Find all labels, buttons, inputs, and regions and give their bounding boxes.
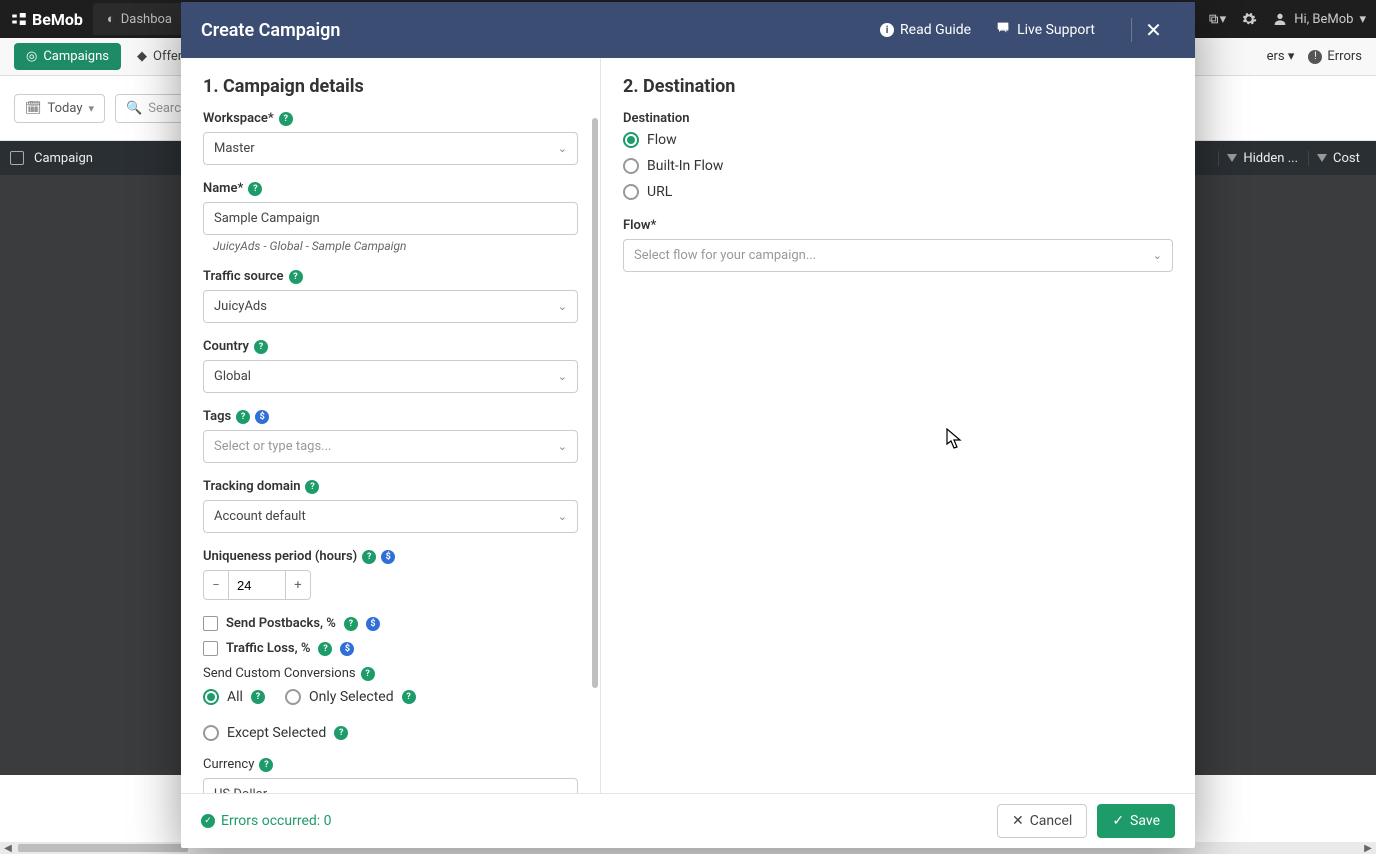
custom-conversions-label: Send Custom Conversions (203, 666, 356, 681)
chat-icon (995, 20, 1011, 40)
chevron-down-icon: ⌄ (558, 788, 567, 793)
traffic-source-select[interactable]: JuicyAds⌄ (203, 290, 578, 323)
check-icon: ✓ (201, 814, 215, 828)
country-select[interactable]: Global⌄ (203, 360, 578, 393)
tracking-domain-select[interactable]: Account default⌄ (203, 500, 578, 533)
increment-button[interactable]: + (285, 570, 311, 600)
traffic-loss-row: Traffic Loss, % ? $ (203, 641, 578, 656)
currency-select[interactable]: US Dollar⌄ (203, 778, 578, 793)
traffic-loss-checkbox[interactable] (203, 641, 218, 656)
decrement-button[interactable]: − (203, 570, 229, 600)
workspace-select[interactable]: Master⌄ (203, 132, 578, 165)
tracking-domain-label: Tracking domain (203, 479, 300, 494)
info-icon: i (880, 23, 894, 37)
chevron-down-icon: ⌄ (558, 370, 567, 383)
send-postbacks-checkbox[interactable] (203, 616, 218, 631)
flow-select[interactable]: Select flow for your campaign...⌄ (623, 239, 1173, 272)
cc-all-radio[interactable] (203, 689, 219, 705)
dest-flow-radio[interactable] (623, 132, 639, 148)
cancel-button[interactable]: ✕Cancel (997, 804, 1087, 838)
uniqueness-stepper: − + (203, 570, 578, 600)
name-label: Name* (203, 181, 243, 196)
create-campaign-modal: Create Campaign i Read Guide Live Suppor… (181, 2, 1195, 848)
left-scrollbar[interactable] (592, 118, 598, 688)
help-icon[interactable]: ? (318, 642, 332, 656)
help-icon[interactable]: ? (305, 480, 319, 494)
help-icon[interactable]: ? (344, 617, 358, 631)
cc-except-radio[interactable] (203, 725, 219, 741)
help-icon[interactable]: ? (251, 690, 265, 704)
chevron-down-icon: ⌄ (558, 440, 567, 453)
help-icon[interactable]: ? (254, 340, 268, 354)
help-icon[interactable]: ? (361, 667, 375, 681)
info-icon[interactable]: $ (255, 410, 269, 424)
uniqueness-label: Uniqueness period (hours) (203, 549, 357, 564)
help-icon[interactable]: ? (279, 112, 293, 126)
modal-header: Create Campaign i Read Guide Live Suppor… (181, 2, 1195, 58)
save-button[interactable]: ✓Save (1097, 804, 1175, 838)
country-label: Country (203, 339, 249, 354)
traffic-source-label: Traffic source (203, 269, 284, 284)
help-icon[interactable]: ? (248, 182, 262, 196)
campaign-details-panel: 1. Campaign details Workspace*? Master⌄ … (181, 58, 601, 793)
chevron-down-icon: ⌄ (1153, 249, 1162, 262)
close-icon: ✕ (1145, 18, 1162, 42)
info-icon[interactable]: $ (366, 617, 380, 631)
destination-group-label: Destination (623, 111, 690, 126)
currency-label: Currency (203, 757, 254, 772)
live-support-link[interactable]: Live Support (995, 20, 1095, 40)
close-button[interactable]: ✕ (1131, 18, 1175, 42)
cc-only-radio[interactable] (285, 689, 301, 705)
help-icon[interactable]: ? (402, 690, 416, 704)
flow-label: Flow* (623, 218, 656, 233)
check-icon: ✓ (1112, 813, 1124, 829)
help-icon[interactable]: ? (362, 550, 376, 564)
section-1-heading: 1. Campaign details (203, 76, 578, 97)
chevron-down-icon: ⌄ (558, 300, 567, 313)
send-postbacks-row: Send Postbacks, % ? $ (203, 616, 578, 631)
read-guide-link[interactable]: i Read Guide (880, 22, 971, 38)
dest-url-radio[interactable] (623, 184, 639, 200)
info-icon[interactable]: $ (381, 550, 395, 564)
uniqueness-input[interactable] (229, 570, 285, 600)
tags-select[interactable]: Select or type tags...⌄ (203, 430, 578, 463)
name-hint: JuicyAds - Global - Sample Campaign (203, 235, 578, 253)
help-icon[interactable]: ? (334, 726, 348, 740)
modal-title: Create Campaign (201, 20, 340, 41)
chevron-down-icon: ⌄ (558, 510, 567, 523)
help-icon[interactable]: ? (289, 270, 303, 284)
chevron-down-icon: ⌄ (558, 142, 567, 155)
info-icon[interactable]: $ (340, 642, 354, 656)
workspace-label: Workspace* (203, 111, 274, 126)
name-input[interactable]: Sample Campaign (203, 202, 578, 235)
tags-label: Tags (203, 409, 231, 424)
errors-status: ✓ Errors occurred: 0 (201, 813, 332, 829)
dest-builtin-radio[interactable] (623, 158, 639, 174)
help-icon[interactable]: ? (259, 758, 273, 772)
section-2-heading: 2. Destination (623, 76, 1173, 97)
modal-footer: ✓ Errors occurred: 0 ✕Cancel ✓Save (181, 793, 1195, 848)
close-icon: ✕ (1012, 813, 1024, 829)
destination-panel: 2. Destination Destination Flow Built-In… (601, 58, 1195, 793)
modal-overlay: Create Campaign i Read Guide Live Suppor… (0, 0, 1376, 854)
help-icon[interactable]: ? (236, 410, 250, 424)
